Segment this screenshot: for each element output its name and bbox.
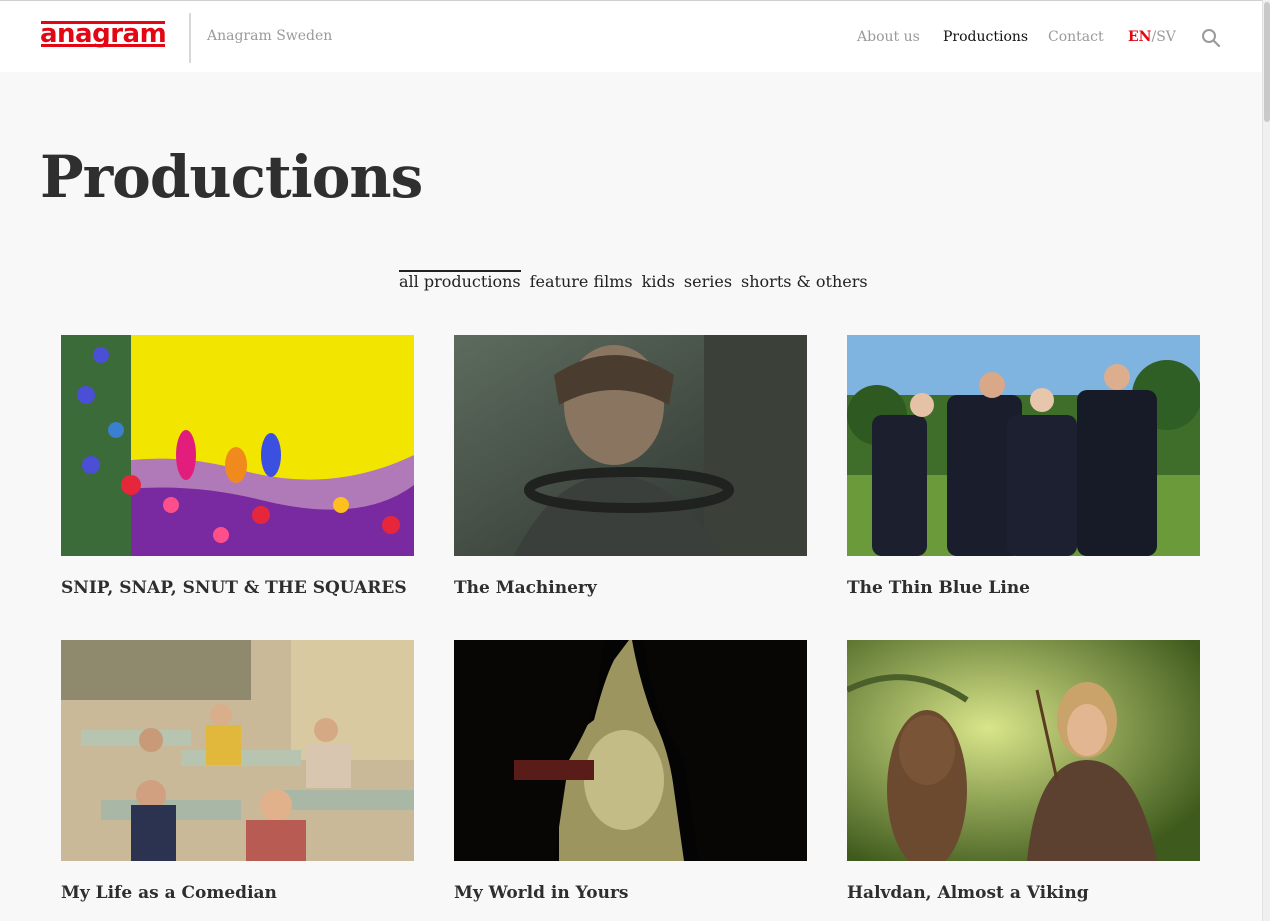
brand-subtitle[interactable]: Anagram Sweden bbox=[207, 28, 332, 44]
nav-productions[interactable]: Productions bbox=[943, 29, 1028, 45]
page-scrollbar[interactable] bbox=[1262, 0, 1270, 921]
header-divider bbox=[189, 13, 191, 63]
production-title[interactable]: My World in Yours bbox=[454, 883, 807, 903]
category-filters: all productions feature films kids serie… bbox=[399, 270, 868, 294]
filter-kids[interactable]: kids bbox=[642, 270, 675, 294]
production-thumbnail[interactable] bbox=[61, 640, 414, 861]
production-card[interactable]: My Life as a Comedian bbox=[61, 640, 414, 903]
production-thumbnail[interactable] bbox=[847, 335, 1202, 556]
production-card[interactable]: My World in Yours bbox=[454, 640, 807, 903]
nav-about-us[interactable]: About us bbox=[857, 29, 920, 45]
production-card[interactable]: Halvdan, Almost a Viking bbox=[845, 640, 1200, 903]
nav-contact[interactable]: Contact bbox=[1048, 29, 1104, 45]
production-thumbnail[interactable] bbox=[61, 335, 414, 556]
production-title[interactable]: The Thin Blue Line bbox=[847, 578, 1200, 598]
filter-series[interactable]: series bbox=[684, 270, 732, 294]
logo-bar-bottom bbox=[41, 44, 166, 47]
filter-feature-films[interactable]: feature films bbox=[530, 270, 633, 294]
page-title: Productions bbox=[40, 143, 423, 211]
scrollbar-thumb[interactable] bbox=[1264, 2, 1270, 122]
search-icon[interactable] bbox=[1201, 28, 1221, 48]
production-title[interactable]: My Life as a Comedian bbox=[61, 883, 414, 903]
production-card[interactable]: The Machinery bbox=[454, 335, 807, 598]
production-thumbnail[interactable] bbox=[454, 335, 807, 556]
anagram-logo[interactable]: anagram bbox=[40, 18, 167, 49]
production-title[interactable]: Halvdan, Almost a Viking bbox=[847, 883, 1200, 903]
language-switcher: EN/SV bbox=[1128, 29, 1176, 45]
production-card[interactable]: The Thin Blue Line bbox=[847, 335, 1202, 598]
production-card[interactable]: SNIP, SNAP, SNUT & THE SQUARES bbox=[61, 335, 414, 598]
lang-sv[interactable]: SV bbox=[1156, 29, 1176, 45]
production-title[interactable]: The Machinery bbox=[454, 578, 807, 598]
production-thumbnail[interactable] bbox=[845, 640, 1200, 870]
filter-all-productions[interactable]: all productions bbox=[399, 270, 521, 294]
lang-en[interactable]: EN bbox=[1128, 29, 1151, 45]
filter-shorts-others[interactable]: shorts & others bbox=[741, 270, 868, 294]
production-thumbnail[interactable] bbox=[454, 640, 807, 861]
production-title[interactable]: SNIP, SNAP, SNUT & THE SQUARES bbox=[61, 578, 414, 598]
site-header: anagram Anagram Sweden About us Producti… bbox=[0, 0, 1262, 72]
